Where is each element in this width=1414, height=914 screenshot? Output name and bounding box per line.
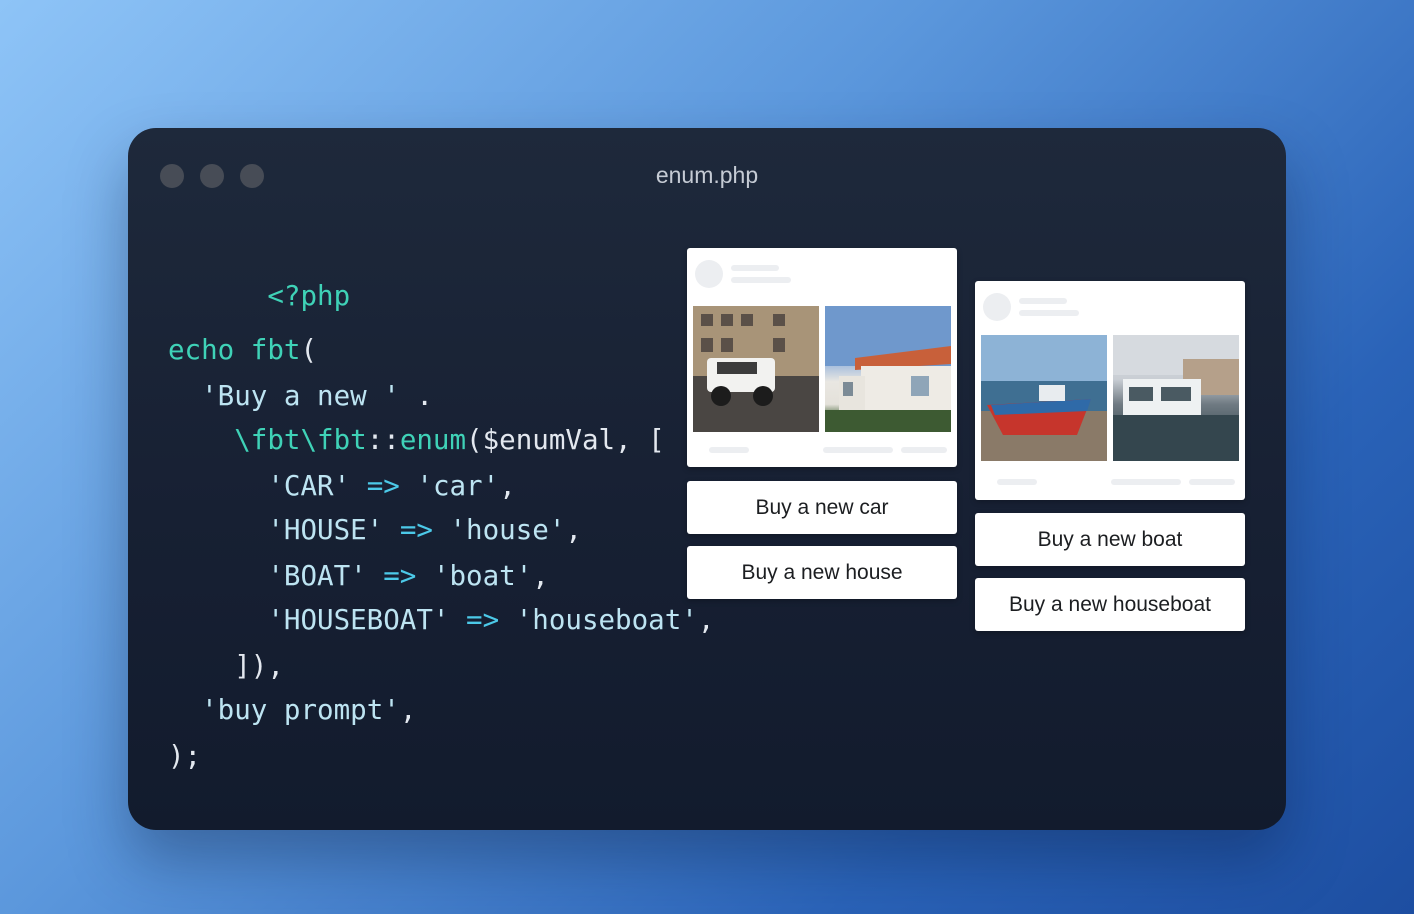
footer-placeholder xyxy=(1111,479,1181,485)
enum-key: 'HOUSEBOAT' xyxy=(267,604,450,636)
close-array: ]), xyxy=(234,650,284,682)
comma: , xyxy=(532,560,549,592)
house-photo xyxy=(825,306,951,432)
code-line-5: 'CAR' => 'car', xyxy=(168,468,516,504)
buy-house-button[interactable]: Buy a new house xyxy=(687,546,957,599)
code-block: <?php echo fbt( 'Buy a new ' . \fbt\fbt:… xyxy=(168,238,714,772)
fbt-namespace: \fbt\fbt xyxy=(234,424,367,456)
arrow-operator: => xyxy=(466,604,500,636)
concat-operator: . xyxy=(399,380,433,412)
meta-placeholder xyxy=(731,277,791,283)
avatar-placeholder xyxy=(983,293,1011,321)
arrow-operator: => xyxy=(366,470,400,502)
code-line-2: echo fbt( xyxy=(168,332,317,368)
footer-placeholder xyxy=(709,447,749,453)
close-call: ); xyxy=(168,740,202,772)
footer-placeholder xyxy=(823,447,893,453)
footer-placeholder xyxy=(901,447,947,453)
enum-value: 'car' xyxy=(416,470,500,502)
code-line-3: 'Buy a new ' . xyxy=(168,378,433,414)
enum-function: enum xyxy=(399,424,467,456)
enum-args: ($enumVal, [ xyxy=(466,424,665,456)
footer-placeholder xyxy=(1189,479,1235,485)
code-line-7: 'BOAT' => 'boat', xyxy=(168,558,549,594)
buy-string: 'Buy a new ' xyxy=(201,380,400,412)
echo-keyword: echo xyxy=(168,334,235,366)
boat-photo xyxy=(981,335,1107,461)
code-line-8: 'HOUSEBOAT' => 'houseboat', xyxy=(168,602,714,638)
enum-value: 'house' xyxy=(449,514,566,546)
code-line-11: ); xyxy=(168,738,201,774)
post-card-boat-houseboat xyxy=(975,281,1245,500)
name-placeholder xyxy=(731,265,779,271)
name-placeholder xyxy=(1019,298,1067,304)
description-string: 'buy prompt' xyxy=(201,694,400,726)
houseboat-illustration xyxy=(1113,335,1239,461)
boat-illustration xyxy=(981,335,1107,461)
meta-placeholder xyxy=(1019,310,1079,316)
open-paren: ( xyxy=(300,334,318,366)
enum-key: 'HOUSE' xyxy=(267,514,384,546)
comma: , xyxy=(499,470,516,502)
comma: , xyxy=(565,514,582,546)
window-title: enum.php xyxy=(655,162,759,188)
house-illustration xyxy=(825,306,951,432)
houseboat-photo xyxy=(1113,335,1239,461)
buy-boat-button[interactable]: Buy a new boat xyxy=(975,513,1245,566)
arrow-operator: => xyxy=(399,514,433,546)
enum-value: 'boat' xyxy=(432,560,533,592)
scope-operator: :: xyxy=(366,424,400,456)
code-line-1: <?php xyxy=(168,242,350,312)
comma: , xyxy=(399,694,417,726)
editor-window: enum.php <?php echo fbt( 'Buy a new ' . … xyxy=(128,128,1286,830)
code-line-4: \fbt\fbt::enum($enumVal, [ xyxy=(168,422,665,458)
code-line-10: 'buy prompt', xyxy=(168,692,416,728)
php-open-tag: <?php xyxy=(267,280,351,312)
comma: , xyxy=(697,604,715,636)
buy-car-button[interactable]: Buy a new car xyxy=(687,481,957,534)
code-line-6: 'HOUSE' => 'house', xyxy=(168,512,582,548)
enum-value: 'houseboat' xyxy=(515,604,698,636)
car-illustration xyxy=(693,306,819,432)
arrow-operator: => xyxy=(383,560,417,592)
fbt-function: fbt xyxy=(250,334,301,366)
avatar-placeholder xyxy=(695,260,723,288)
enum-key: 'CAR' xyxy=(267,470,351,502)
code-line-9: ]), xyxy=(168,648,284,684)
enum-key: 'BOAT' xyxy=(267,560,367,592)
buy-houseboat-button[interactable]: Buy a new houseboat xyxy=(975,578,1245,631)
car-photo xyxy=(693,306,819,432)
footer-placeholder xyxy=(997,479,1037,485)
post-card-car-house xyxy=(687,248,957,467)
